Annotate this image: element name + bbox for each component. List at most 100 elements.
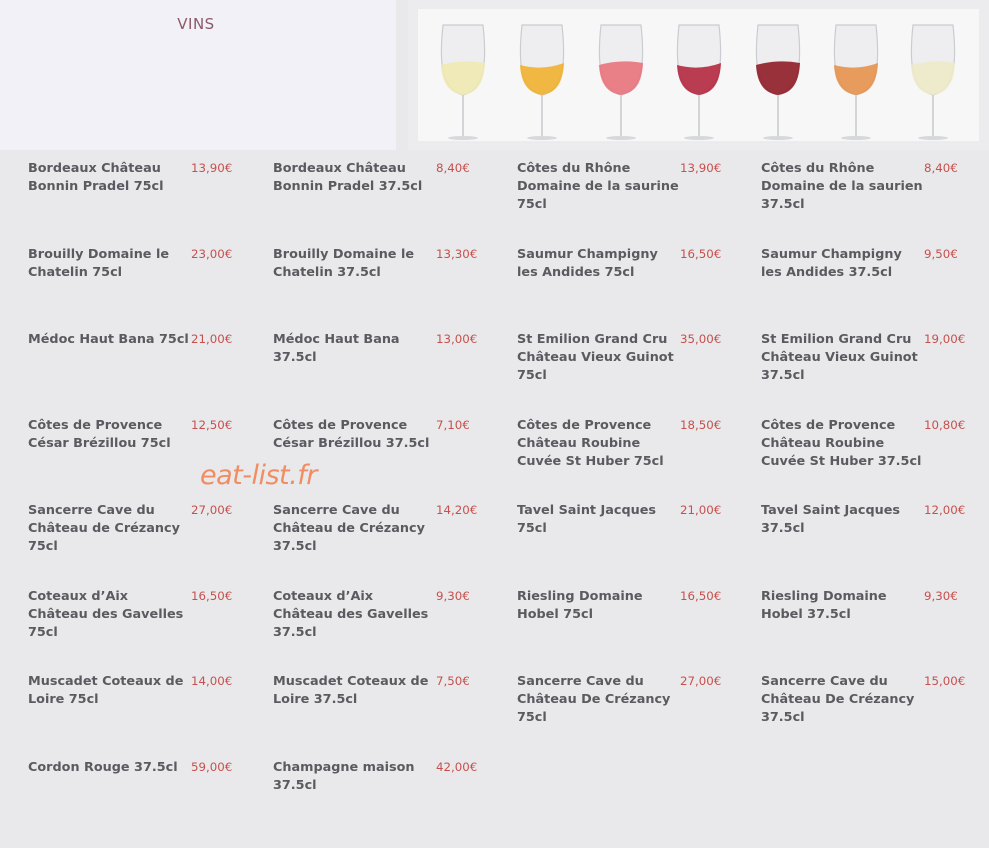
wine-name: Sancerre Cave du Château De Crézancy 75c… [517,674,671,721]
wine-price: 13,30€ [436,246,478,261]
wine-price: 19,00€ [924,332,966,346]
wine-price: 59,00€ [191,759,233,774]
wine-price: 35,00€ [680,332,722,346]
wine-item: Côtes du Rhône Domaine de la saurien 37.… [761,150,989,208]
wine-price: 13,90€ [680,161,722,175]
wine-item: Sancerre Cave du Château de Crézancy 37.… [273,492,505,550]
wine-item: Sancerre Cave du Château de Crézancy 75c… [28,492,260,550]
wine-price: 8,40€ [436,161,470,175]
wine-item: Brouilly Domaine le Chatelin 37.5cl 13,30… [273,236,505,294]
wine-price: 21,00€ [191,332,233,346]
wine-name: Sancerre Cave du Château De Crézancy 37.… [761,674,915,721]
wine-price: 16,50€ [680,588,722,603]
wine-price: 23,00€ [191,246,233,261]
wine-name: Médoc Haut Bana 75cl [28,332,189,347]
wine-item: St Emilion Grand Cru Château Vieux Guino… [761,321,989,379]
wine-name: St Emilion Grand Cru Château Vieux Guino… [761,332,918,379]
wine-name: Champagne maison 37.5cl [273,759,415,793]
wine-price: 13,00€ [436,332,478,346]
wine-name: Coteaux d’Aix Château des Gavelles 37.5c… [273,588,429,636]
wine-item: Sancerre Cave du Château De Crézancy 37.… [761,663,989,721]
wine-item: Muscadet Coteaux de Loire 75cl 14,00€ [28,663,260,721]
wine-item: Coteaux d’Aix Château des Gavelles 37.5c… [273,578,505,636]
wine-price: 14,00€ [191,674,233,688]
wine-list: Bordeaux Château Bonnin Pradel 75cl 13,90… [0,150,989,848]
wine-name: Côtes de Provence César Brézillou 75cl [28,417,171,451]
wine-item: Riesling Domaine Hobel 37.5cl 9,30€ [761,578,989,636]
wine-price: 9,30€ [436,588,470,603]
wine-item: Saumur Champigny les Andides 37.5cl 9,50€ [761,236,989,294]
wine-price: 18,50€ [680,417,722,432]
wine-name: Côtes de Provence Château Roubine Cuvée … [761,417,922,465]
wine-price: 10,80€ [924,417,966,432]
wine-price: 16,50€ [680,246,722,261]
wine-price: 9,30€ [924,588,958,603]
wine-name: Muscadet Coteaux de Loire 75cl [28,674,184,707]
wine-item: Riesling Domaine Hobel 75cl 16,50€ [517,578,749,636]
wine-name: Riesling Domaine Hobel 37.5cl [761,588,887,622]
wine-item: Sancerre Cave du Château De Crézancy 75c… [517,663,749,721]
wine-item: Bordeaux Château Bonnin Pradel 75cl 13,90… [28,150,260,208]
white-wine-glass-icon [440,24,486,140]
watermark: eat-list.fr [200,460,317,491]
wine-item: Médoc Haut Bana 75cl 21,00€ [28,321,260,379]
wine-name: Sancerre Cave du Château de Crézancy 75c… [28,503,180,550]
wine-name: Bordeaux Château Bonnin Pradel 75cl [28,161,164,194]
wine-price: 15,00€ [924,674,966,688]
wine-name: Muscadet Coteaux de Loire 37.5cl [273,674,429,707]
wine-name: Brouilly Domaine le Chatelin 75cl [28,246,170,280]
wine-item: Côtes de Provence Château Roubine Cuvée … [761,407,989,465]
wine-price: 12,00€ [924,503,966,517]
wine-item: Bordeaux Château Bonnin Pradel 37.5cl 8,4… [273,150,505,208]
wine-name: Riesling Domaine Hobel 75cl [517,588,643,622]
wine-price: 42,00€ [436,759,478,774]
wine-name: St Emilion Grand Cru Château Vieux Guino… [517,332,674,379]
wine-price: 13,90€ [191,161,233,175]
wine-price: 14,20€ [436,503,478,517]
wine-name: Côtes de Provence César Brézillou 37.5cl [273,417,430,451]
wine-item: Champagne maison 37.5cl 42,00€ [273,749,505,807]
wine-price: 7,10€ [436,417,470,432]
wine-name: Côtes de Provence Château Roubine Cuvée … [517,417,664,465]
wine-name: Côtes du Rhône Domaine de la saurien 37.… [761,161,923,208]
wine-item: St Emilion Grand Cru Château Vieux Guino… [517,321,749,379]
wine-name: Coteaux d’Aix Château des Gavelles 75cl [28,588,184,636]
wine-price: 7,50€ [436,674,470,688]
deep-red-wine-glass-icon [755,24,801,140]
amber-wine-glass-icon [833,24,879,140]
wine-name: Médoc Haut Bana 37.5cl [273,332,400,365]
wine-item: Tavel Saint Jacques 75cl 21,00€ [517,492,749,550]
header-image-panel [408,0,989,150]
red-wine-glass-icon [676,24,722,140]
wine-name: Saumur Champigny les Andides 75cl [517,246,658,280]
wine-name: Cordon Rouge 37.5cl [28,759,178,775]
wine-price: 27,00€ [191,503,233,517]
wine-name: Tavel Saint Jacques 75cl [517,503,657,536]
page-title: VINS [177,15,215,33]
wine-price: 9,50€ [924,246,958,261]
wine-price: 21,00€ [680,503,722,517]
pale-wine-glass-icon [910,24,956,140]
wine-glasses-image [440,24,956,140]
wine-item: Côtes du Rhône Domaine de la saurine 75c… [517,150,749,208]
header-title-panel: VINS [0,0,396,150]
wine-price: 12,50€ [191,417,233,432]
wine-name: Saumur Champigny les Andides 37.5cl [761,246,902,280]
wine-price: 8,40€ [924,161,958,175]
wine-item: Côtes de Provence César Brézillou 75cl 12… [28,407,260,465]
wine-item: Côtes de Provence Château Roubine Cuvée … [517,407,749,465]
wine-name: Brouilly Domaine le Chatelin 37.5cl [273,246,415,280]
wine-item: Brouilly Domaine le Chatelin 75cl 23,00€ [28,236,260,294]
wine-item: Saumur Champigny les Andides 75cl 16,50€ [517,236,749,294]
wine-item: Muscadet Coteaux de Loire 37.5cl 7,50€ [273,663,505,721]
wine-name: Bordeaux Château Bonnin Pradel 37.5cl [273,161,423,194]
wine-item: Médoc Haut Bana 37.5cl 13,00€ [273,321,505,379]
wine-name: Tavel Saint Jacques 37.5cl [761,503,901,536]
wine-price: 16,50€ [191,588,233,603]
wine-name: Sancerre Cave du Château de Crézancy 37.… [273,503,425,550]
wine-name: Côtes du Rhône Domaine de la saurine 75c… [517,161,679,208]
wine-item: Coteaux d’Aix Château des Gavelles 75cl 1… [28,578,260,636]
rose-wine-glass-icon [598,24,644,140]
wine-glasses-banner [418,9,979,141]
wine-item: Côtes de Provence César Brézillou 37.5cl… [273,407,505,465]
